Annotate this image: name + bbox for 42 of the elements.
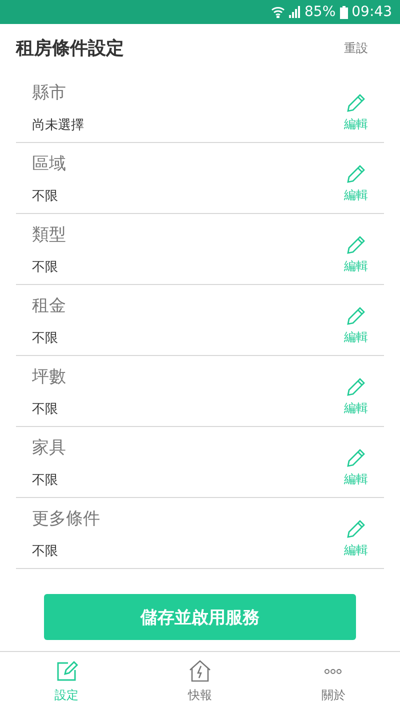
nav-tab[interactable]: 關於 [266,652,400,711]
edit-button[interactable]: 編輯 [344,162,368,204]
criteria-label: 縣市 [32,82,67,104]
edit-button[interactable]: 編輯 [344,92,368,132]
pencil-icon [345,304,367,326]
pencil-icon [345,376,367,398]
criteria-label: 租金 [32,294,66,316]
wifi-icon [270,6,285,18]
save-button[interactable]: 儲存並啟用服務 [44,594,356,640]
nav-tab[interactable]: 設定 [0,652,134,711]
pencil-icon [345,92,367,114]
criteria-value: 不限 [32,188,59,204]
criteria-value: 不限 [32,400,59,418]
pencil-icon [345,162,367,184]
criteria-label: 類型 [32,224,66,246]
reset-button[interactable]: 重設 [344,40,368,56]
edit-button[interactable]: 編輯 [344,376,368,416]
criteria-value: 不限 [32,330,59,346]
house-bolt-icon [188,659,212,683]
more-icon [324,668,342,674]
criteria-value: 不限 [32,542,59,560]
criteria-value: 不限 [32,258,59,276]
edit-button[interactable]: 編輯 [344,304,368,346]
edit-icon [54,659,79,683]
criteria-value: 尚未選擇 [32,116,84,134]
edit-button[interactable]: 編輯 [344,518,368,558]
battery-percent: 85% [304,4,336,20]
page-title: 租房條件設定 [16,37,124,60]
criteria-label: 區域 [32,152,66,174]
edit-button[interactable]: 編輯 [344,234,368,274]
nav-tab[interactable]: 快報 [133,652,267,711]
criteria-label: 坪數 [32,366,66,388]
criteria-label: 更多條件 [32,508,100,530]
clock-time: 09:43 [352,4,392,20]
edit-button[interactable]: 編輯 [344,446,368,488]
battery-icon [340,6,348,18]
criteria-value: 不限 [32,472,59,488]
criteria-label: 家具 [32,436,66,458]
pencil-icon [345,446,367,468]
pencil-icon [345,234,367,256]
signal-icon [288,6,301,18]
pencil-icon [345,518,367,540]
